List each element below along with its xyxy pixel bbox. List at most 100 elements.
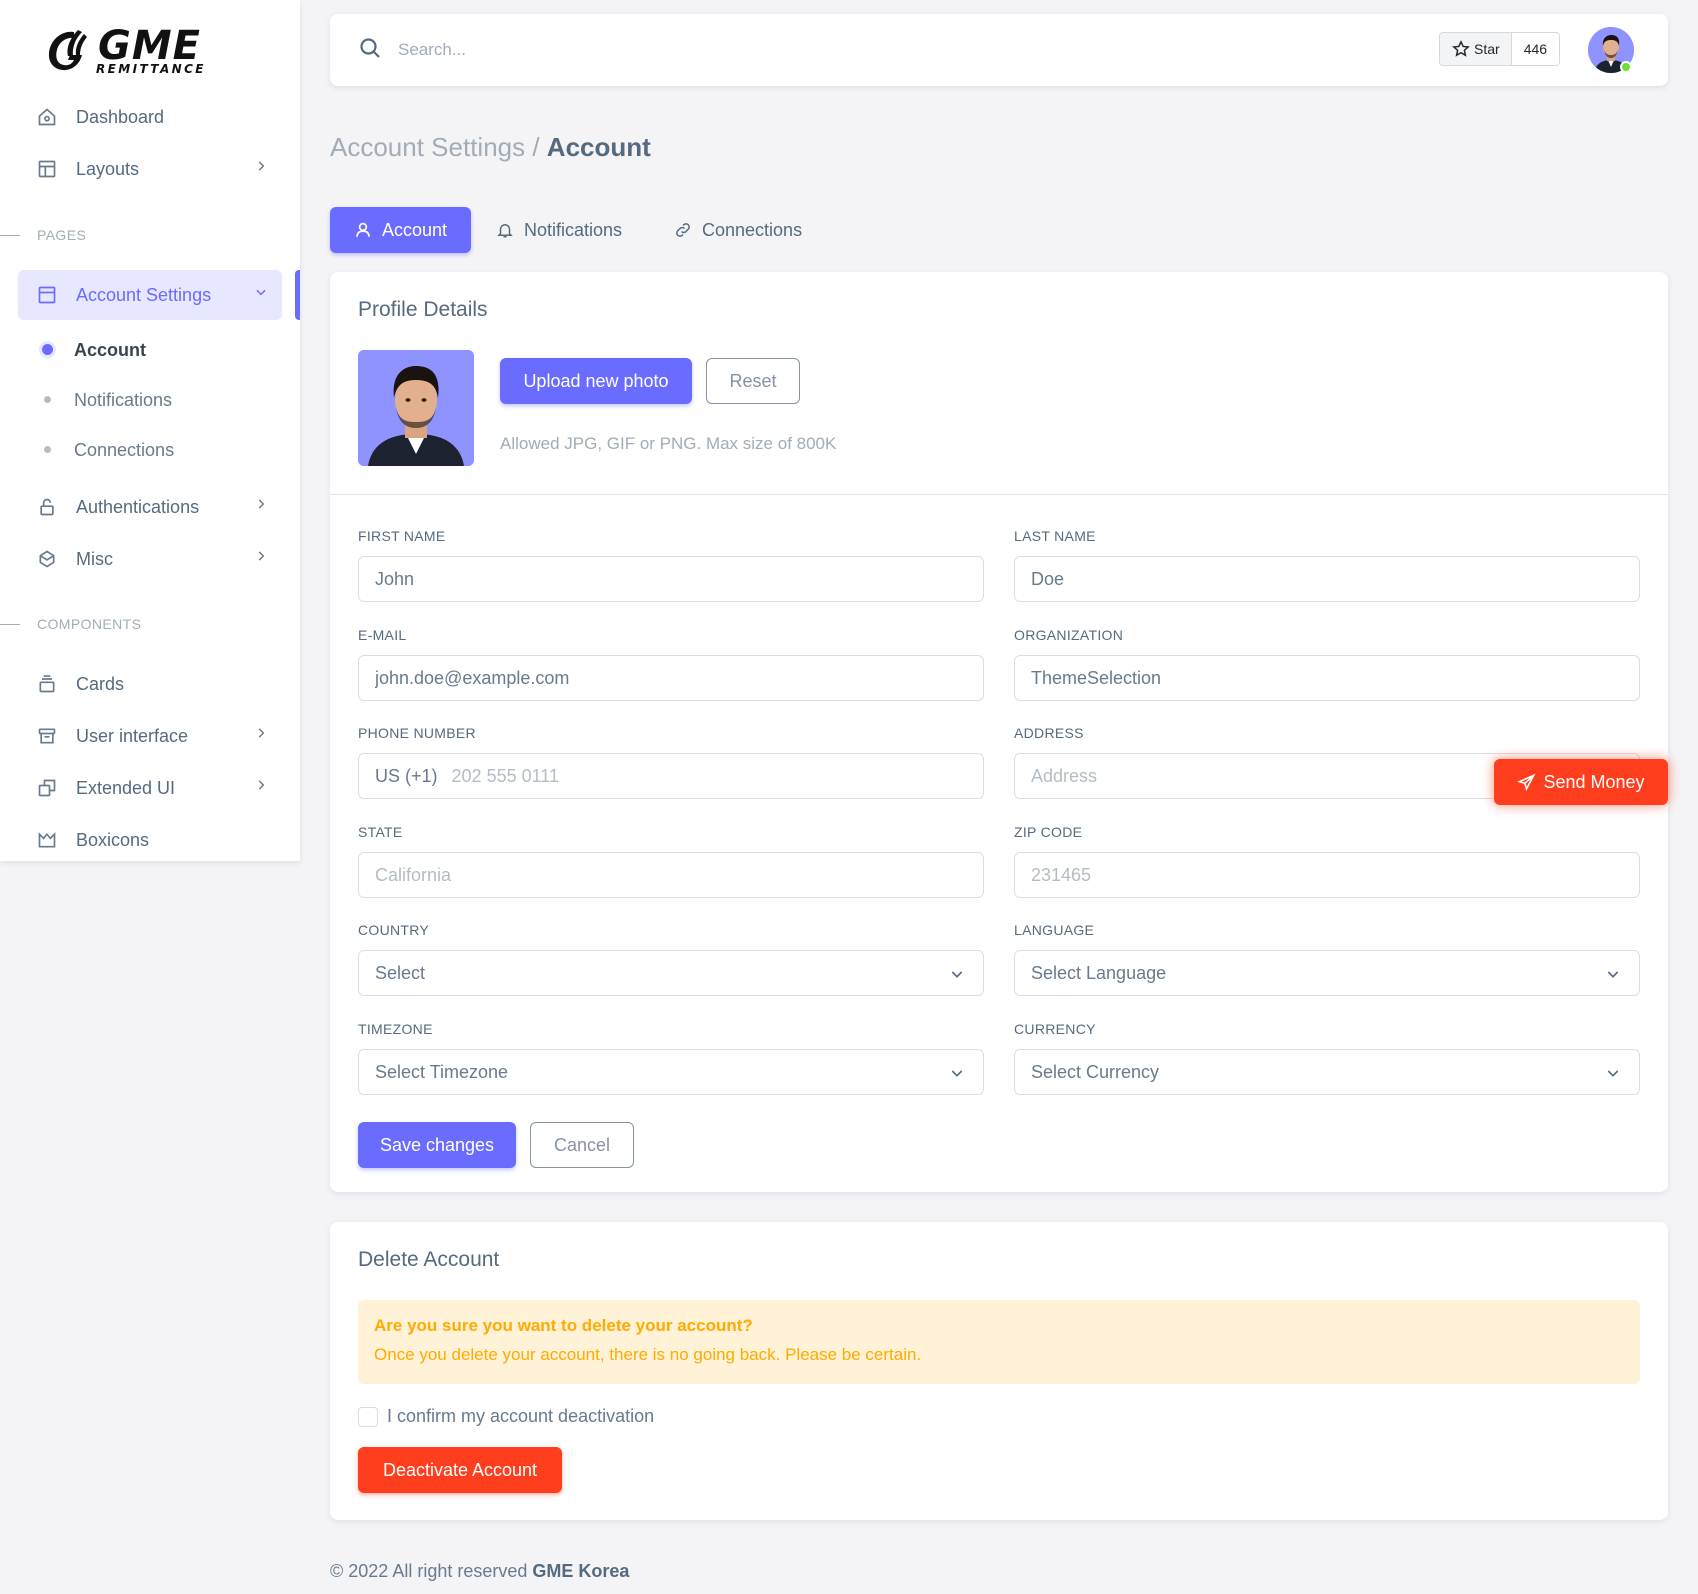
- divider: [330, 494, 1668, 495]
- sidebar-item-user-interface[interactable]: User interface: [18, 711, 282, 761]
- state-field[interactable]: [358, 852, 984, 898]
- state-label: State: [358, 824, 403, 840]
- sidebar-item-label: Cards: [76, 673, 125, 694]
- sidebar-item-dashboard[interactable]: Dashboard: [18, 92, 282, 142]
- sidebar-item-account-settings[interactable]: Account Settings: [18, 270, 282, 320]
- online-status-badge: [1620, 61, 1632, 73]
- brand-subtitle: REMITTANCE: [96, 62, 206, 76]
- bullet-icon: [42, 344, 53, 355]
- select-value: Select Currency: [1031, 1061, 1160, 1082]
- footer: © 2022 All right reserved GME Korea: [330, 1561, 629, 1582]
- first-name-field[interactable]: [358, 556, 984, 602]
- organization-label: Organization: [1014, 627, 1124, 643]
- organization-field[interactable]: [1014, 655, 1640, 701]
- user-icon: [356, 222, 370, 237]
- tab-label: Account: [382, 219, 448, 240]
- email-field[interactable]: [358, 655, 984, 701]
- tab-notifications[interactable]: Notifications: [472, 207, 646, 253]
- delete-account-card: Delete Account Are you sure you want to …: [330, 1222, 1668, 1520]
- country-select[interactable]: Select: [358, 950, 984, 996]
- send-money-label: Send Money: [1543, 771, 1645, 792]
- upload-photo-button[interactable]: Upload new photo: [500, 358, 692, 404]
- cube-icon: [36, 548, 58, 570]
- sidebar-item-label: Connections: [74, 439, 175, 460]
- card-title: Delete Account: [358, 1248, 500, 1271]
- footer-text: © 2022 All right reserved: [330, 1561, 533, 1581]
- bell-icon: [497, 224, 513, 238]
- confirm-checkbox[interactable]: [358, 1406, 378, 1427]
- footer-brand[interactable]: GME Korea: [532, 1561, 629, 1581]
- upload-hint: Allowed JPG, GIF or PNG. Max size of 800…: [500, 434, 837, 453]
- send-money-button[interactable]: Send Money: [1494, 759, 1668, 805]
- chevron-down-icon: [1607, 1070, 1619, 1077]
- phone-field[interactable]: US (+1): [358, 753, 984, 799]
- crown-icon: [36, 829, 58, 851]
- address-label: Address: [1014, 725, 1084, 741]
- breadcrumb-parent[interactable]: Account Settings /: [330, 132, 540, 162]
- chevron-right-icon: [258, 780, 265, 790]
- country-label: Country: [358, 922, 430, 938]
- timezone-select[interactable]: Select Timezone: [358, 1049, 984, 1095]
- phone-prefix: US (+1): [375, 765, 438, 786]
- star-count[interactable]: 446: [1511, 33, 1560, 65]
- confirm-row: I confirm my account deactivation: [358, 1406, 654, 1427]
- language-label: Language: [1014, 922, 1095, 938]
- timezone-label: Timezone: [358, 1021, 433, 1037]
- tab-connections[interactable]: Connections: [650, 207, 826, 253]
- sidebar-item-misc[interactable]: Misc: [18, 534, 282, 584]
- chevron-down-icon: [1607, 971, 1619, 978]
- save-changes-button[interactable]: Save changes: [358, 1122, 516, 1168]
- profile-details-card: Profile Details Upload new photo Reset A…: [330, 272, 1668, 1192]
- send-icon: [1517, 773, 1536, 791]
- sidebar-item-label: Authentications: [76, 496, 200, 517]
- chevron-right-icon: [258, 499, 265, 509]
- brand-logo[interactable]: GME REMITTANCE: [44, 24, 206, 78]
- sidebar-subitem-notifications[interactable]: Notifications: [18, 380, 282, 420]
- warning-alert: Are you sure you want to delete your acc…: [358, 1300, 1640, 1384]
- sidebar-item-authentications[interactable]: Authentications: [18, 482, 282, 532]
- select-value: Select: [375, 962, 426, 983]
- sidebar-item-label: Notifications: [74, 389, 173, 410]
- sidebar-item-layouts[interactable]: Layouts: [18, 144, 282, 194]
- active-indicator: [295, 270, 300, 320]
- breadcrumb: Account Settings / Account: [330, 132, 651, 163]
- last-name-field[interactable]: [1014, 556, 1640, 602]
- language-select[interactable]: Select Language: [1014, 950, 1640, 996]
- reset-button[interactable]: Reset: [706, 358, 800, 404]
- phone-label: Phone Number: [358, 725, 476, 741]
- github-star-widget: Star 446: [1439, 32, 1561, 66]
- sidebar-item-boxicons[interactable]: Boxicons: [18, 815, 282, 865]
- chevron-down-icon: [951, 1070, 963, 1077]
- tab-account[interactable]: Account: [330, 207, 472, 253]
- star-button[interactable]: Star: [1440, 33, 1512, 65]
- tab-label: Notifications: [524, 219, 623, 240]
- select-value: Select Language: [1031, 962, 1167, 983]
- deactivate-account-button[interactable]: Deactivate Account: [358, 1447, 562, 1493]
- section-header-pages: PAGES: [0, 227, 86, 243]
- sidebar-item-label: Misc: [76, 548, 113, 569]
- user-photo-icon: [358, 350, 474, 466]
- sidebar-item-label: Account: [74, 339, 146, 360]
- sidebar-item-extended-ui[interactable]: Extended UI: [18, 763, 282, 813]
- currency-select[interactable]: Select Currency: [1014, 1049, 1640, 1095]
- chevron-down-icon: [256, 289, 266, 296]
- currency-label: Currency: [1014, 1021, 1096, 1037]
- sidebar-item-label: User interface: [76, 725, 189, 746]
- phone-input[interactable]: [451, 765, 967, 787]
- sidebar-subitem-account[interactable]: Account: [18, 330, 282, 370]
- lock-icon: [36, 496, 58, 518]
- search-input[interactable]: [398, 32, 898, 68]
- box-icon: [36, 725, 58, 747]
- zip-code-field[interactable]: [1014, 852, 1640, 898]
- sidebar-item-cards[interactable]: Cards: [18, 659, 282, 709]
- sidebar-item-label: Extended UI: [76, 777, 176, 798]
- cancel-button[interactable]: Cancel: [530, 1122, 634, 1168]
- sidebar-subitem-connections[interactable]: Connections: [18, 430, 282, 470]
- select-value: Select Timezone: [375, 1061, 509, 1082]
- page-title: Account: [546, 132, 651, 162]
- confirm-label[interactable]: I confirm my account deactivation: [387, 1406, 654, 1427]
- sidebar: GME REMITTANCE Dashboard Layouts PAGES A…: [0, 0, 300, 861]
- chevron-right-icon: [258, 728, 265, 738]
- home-icon: [36, 106, 58, 128]
- first-name-label: First Name: [358, 528, 446, 544]
